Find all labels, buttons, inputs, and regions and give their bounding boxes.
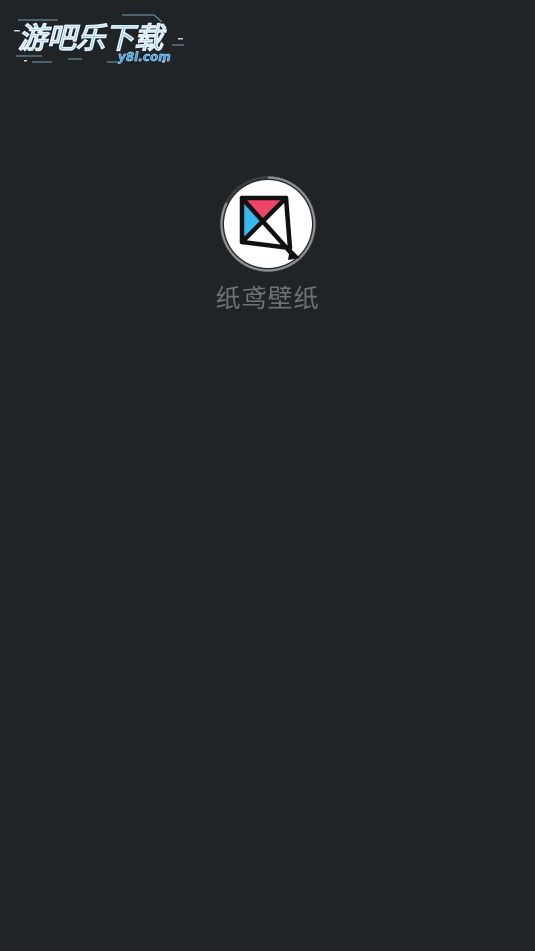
watermark-logo: 游吧乐下载 y8l.com [12, 12, 186, 66]
app-name: 纸鸢壁纸 [215, 284, 320, 313]
app-logo [219, 176, 316, 272]
splash-screen: 纸鸢壁纸 [0, 176, 535, 314]
watermark-site-text: y8l.com [118, 50, 171, 64]
